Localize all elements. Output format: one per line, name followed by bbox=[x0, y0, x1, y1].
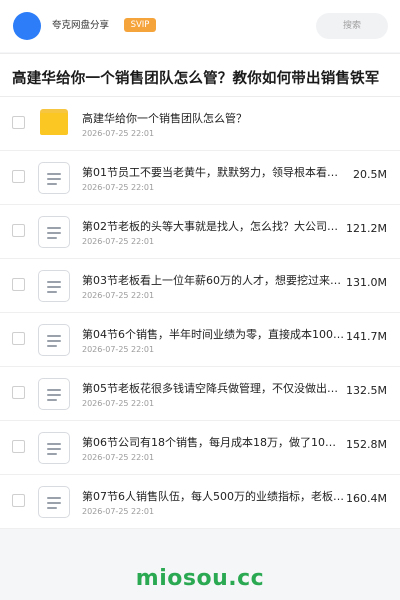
row-checkbox[interactable] bbox=[12, 170, 25, 183]
document-icon bbox=[38, 432, 70, 464]
document-icon bbox=[38, 378, 70, 410]
file-name: 第03节老板看上一位年薪60万的人才，想要挖过来，… bbox=[82, 274, 348, 287]
row-checkbox[interactable] bbox=[12, 332, 25, 345]
file-date: 2026-07-25 22:01 bbox=[82, 291, 155, 300]
title-bar: 高建华给你一个销售团队怎么管？教你如何带出销售铁军 bbox=[0, 53, 400, 97]
file-date: 2026-07-25 22:01 bbox=[82, 237, 155, 246]
watermark-text: miosou.cc bbox=[135, 566, 265, 591]
search-input[interactable] bbox=[316, 13, 388, 39]
folder-icon bbox=[40, 109, 68, 135]
file-row-folder[interactable]: 高建华给你一个销售团队怎么管？ 2026-07-25 22:01 bbox=[0, 97, 400, 151]
file-date: 2026-07-25 22:01 bbox=[82, 399, 155, 408]
file-row[interactable]: 第02节老板的头等大事就是找人，怎么找？大公司找猎… 2026-07-25 22… bbox=[0, 205, 400, 259]
file-name: 第02节老板的头等大事就是找人，怎么找？大公司找猎… bbox=[82, 220, 348, 233]
row-checkbox[interactable] bbox=[12, 440, 25, 453]
file-row[interactable]: 第01节员工不要当老黄牛，默默努力，领导根本看不到… 2026-07-25 22… bbox=[0, 151, 400, 205]
row-checkbox[interactable] bbox=[12, 278, 25, 291]
document-icon bbox=[38, 270, 70, 302]
row-checkbox[interactable] bbox=[12, 224, 25, 237]
file-row[interactable]: 第07节6人销售队伍，每人500万的业绩指标，老板… 2026-07-25 22… bbox=[0, 475, 400, 529]
row-checkbox[interactable] bbox=[12, 116, 25, 129]
file-size: 131.0M bbox=[344, 275, 387, 290]
file-name: 第04节6个销售，半年时间业绩为零，直接成本100… bbox=[82, 328, 344, 341]
file-name: 第05节老板花很多钱请空降兵做管理，不仅没做出成绩… bbox=[82, 382, 348, 395]
file-date: 2026-07-25 22:01 bbox=[82, 507, 155, 516]
file-size: 20.5M bbox=[351, 167, 387, 182]
document-icon bbox=[38, 216, 70, 248]
file-row[interactable]: 第06节公司有18个销售，每月成本18万，做了10… 2026-07-25 22… bbox=[0, 421, 400, 475]
file-date: 2026-07-25 22:01 bbox=[82, 129, 155, 138]
top-header: 夸克网盘分享 SVIP bbox=[0, 0, 400, 52]
file-date: 2026-07-25 22:01 bbox=[82, 345, 155, 354]
row-checkbox[interactable] bbox=[12, 386, 25, 399]
file-list: 高建华给你一个销售团队怎么管？ 2026-07-25 22:01 第01节员工不… bbox=[0, 97, 400, 529]
file-row[interactable]: 第03节老板看上一位年薪60万的人才，想要挖过来，… 2026-07-25 22… bbox=[0, 259, 400, 313]
file-size: 132.5M bbox=[344, 383, 387, 398]
row-checkbox[interactable] bbox=[12, 494, 25, 507]
file-size: 152.8M bbox=[344, 437, 387, 452]
document-icon bbox=[38, 162, 70, 194]
file-size: 160.4M bbox=[344, 491, 387, 506]
document-icon bbox=[38, 324, 70, 356]
file-name: 第01节员工不要当老黄牛，默默努力，领导根本看不到… bbox=[82, 166, 348, 179]
avatar[interactable] bbox=[13, 12, 41, 40]
file-name: 高建华给你一个销售团队怎么管？ bbox=[82, 112, 247, 125]
file-name: 第07节6人销售队伍，每人500万的业绩指标，老板… bbox=[82, 490, 344, 503]
document-icon bbox=[38, 486, 70, 518]
file-row[interactable]: 第05节老板花很多钱请空降兵做管理，不仅没做出成绩… 2026-07-25 22… bbox=[0, 367, 400, 421]
svip-badge: SVIP bbox=[124, 18, 156, 32]
file-name: 第06节公司有18个销售，每月成本18万，做了10… bbox=[82, 436, 336, 449]
username: 夸克网盘分享 bbox=[52, 20, 110, 31]
file-date: 2026-07-25 22:01 bbox=[82, 183, 155, 192]
file-size: 121.2M bbox=[344, 221, 387, 236]
file-row[interactable]: 第04节6个销售，半年时间业绩为零，直接成本100… 2026-07-25 22… bbox=[0, 313, 400, 367]
file-size: 141.7M bbox=[344, 329, 387, 344]
file-date: 2026-07-25 22:01 bbox=[82, 453, 155, 462]
page-title: 高建华给你一个销售团队怎么管？教你如何带出销售铁军 bbox=[12, 71, 380, 87]
